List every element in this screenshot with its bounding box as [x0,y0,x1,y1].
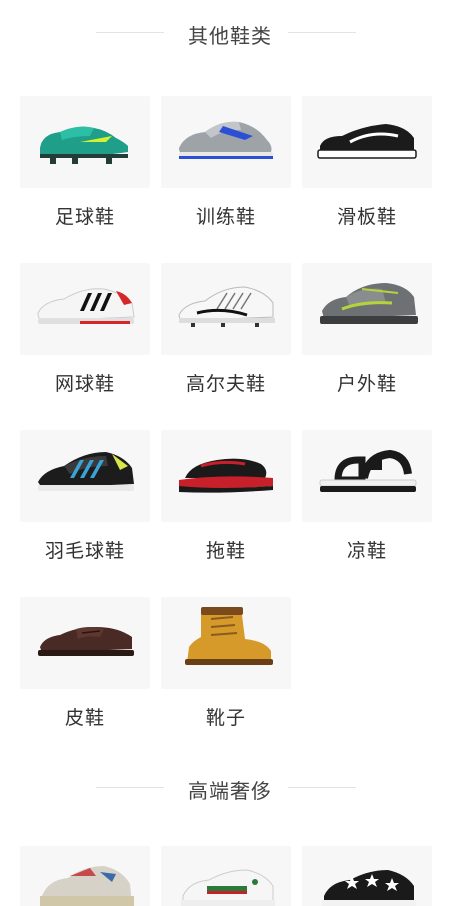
section-header-luxury: 高端奢侈 [0,773,460,803]
category-golf-shoes[interactable]: 高尔夫鞋 [156,263,296,413]
luxury-item[interactable] [297,846,437,906]
category-slippers[interactable]: 拖鞋 [156,430,296,580]
category-training-shoes[interactable]: 训练鞋 [156,96,296,246]
category-label: 靴子 [205,707,246,729]
tennis-shoe-icon [20,263,150,355]
slipper-icon [161,430,291,522]
category-badminton-shoes[interactable]: 羽毛球鞋 [15,430,155,580]
category-label: 高尔夫鞋 [185,373,266,395]
section-header-other-shoes: 其他鞋类 [0,18,460,48]
category-label: 滑板鞋 [336,206,397,228]
category-label: 羽毛球鞋 [44,540,125,562]
category-label: 足球鞋 [54,206,115,228]
category-label: 皮鞋 [64,707,105,729]
divider-line-right [288,32,356,33]
category-label: 凉鞋 [346,540,387,562]
category-boots[interactable]: 靴子 [156,597,296,747]
star-sneaker-icon [302,846,432,906]
category-label: 户外鞋 [336,373,397,395]
boot-icon [161,597,291,689]
chunky-sneaker-icon [20,846,150,906]
category-sandals[interactable]: 凉鞋 [297,430,437,580]
designer-sneaker-icon [161,846,291,906]
badminton-shoe-icon [20,430,150,522]
category-tennis-shoes[interactable]: 网球鞋 [15,263,155,413]
category-outdoor-shoes[interactable]: 户外鞋 [297,263,437,413]
luxury-item[interactable] [156,846,296,906]
luxury-item[interactable] [15,846,155,906]
golf-shoe-icon [161,263,291,355]
skate-shoe-icon [302,96,432,188]
category-label: 训练鞋 [195,206,256,228]
section-title: 高端奢侈 [188,779,272,803]
sandal-icon [302,430,432,522]
training-shoe-icon [161,96,291,188]
category-skate-shoes[interactable]: 滑板鞋 [297,96,437,246]
soccer-cleat-icon [20,96,150,188]
category-label: 拖鞋 [205,540,246,562]
leather-shoe-icon [20,597,150,689]
section-title: 其他鞋类 [188,24,272,48]
category-soccer-shoes[interactable]: 足球鞋 [15,96,155,246]
category-leather-shoes[interactable]: 皮鞋 [15,597,155,747]
divider-line-right [288,787,356,788]
outdoor-shoe-icon [302,263,432,355]
category-label: 网球鞋 [54,373,115,395]
